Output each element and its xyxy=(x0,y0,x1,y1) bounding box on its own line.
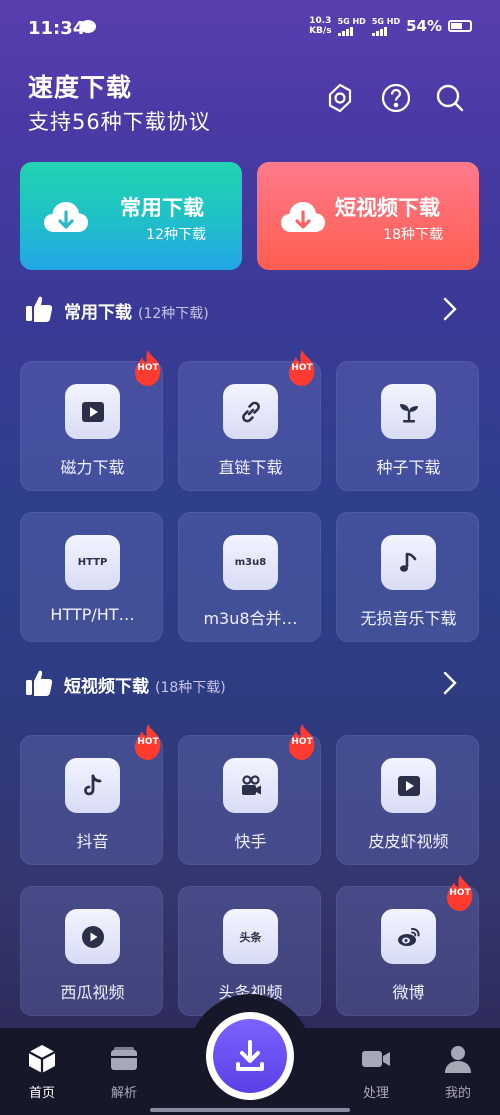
nav-process[interactable]: 处理 xyxy=(346,1042,406,1101)
section-count: (12种下载) xyxy=(138,306,209,322)
tile-magnet-download[interactable]: HOT 磁力下载 xyxy=(20,350,163,491)
common-download-banner[interactable]: 常用下载 12种下载 xyxy=(20,162,242,270)
nav-label: 解析 xyxy=(110,1086,137,1101)
tile-torrent-download[interactable]: 种子下载 xyxy=(336,361,479,491)
hot-badge: HOT xyxy=(130,722,166,762)
weibo-icon xyxy=(381,909,436,964)
link-icon xyxy=(223,384,278,439)
douyin-icon xyxy=(65,758,120,813)
home-indicator xyxy=(150,1108,350,1112)
nav-mine[interactable]: 我的 xyxy=(428,1042,488,1101)
wechat-notification-icon xyxy=(80,20,96,33)
http-icon: HTTP xyxy=(65,535,120,590)
tile-label: 西瓜视频 xyxy=(60,983,125,1002)
nav-label: 我的 xyxy=(444,1086,471,1101)
play-icon xyxy=(381,758,436,813)
tile-label: HTTP/HT… xyxy=(50,605,135,624)
section-title: 常用下载 (12种下载) xyxy=(64,303,209,323)
app-subtitle: 支持56种下载协议 xyxy=(28,110,211,134)
toutiao-icon: 头条 xyxy=(223,909,278,964)
m3u8-icon: m3u8 xyxy=(223,535,278,590)
tile-kuaishou[interactable]: HOT 快手 xyxy=(178,724,321,865)
tile-pipixia[interactable]: 皮皮虾视频 xyxy=(336,735,479,865)
section-title: 短视频下载 (18种下载) xyxy=(64,677,226,697)
app-title: 速度下载 xyxy=(28,73,133,102)
tile-weibo[interactable]: HOT 微博 xyxy=(336,875,479,1016)
sim1-signal-icon: 5G HD xyxy=(337,17,366,36)
hot-badge: HOT xyxy=(284,722,320,762)
battery-icon xyxy=(448,20,472,32)
battery-percent: 54% xyxy=(406,17,442,35)
status-bar: 11:34 10.3 KB/s 5G HD 5G HD 54% xyxy=(0,0,500,56)
download-fab-button[interactable] xyxy=(206,1012,294,1100)
help-icon[interactable] xyxy=(380,82,412,114)
sim2-signal-icon: 5G HD xyxy=(371,17,400,36)
tile-douyin[interactable]: HOT 抖音 xyxy=(20,724,163,865)
hot-badge: HOT xyxy=(284,348,320,388)
tile-lossless-music[interactable]: 无损音乐下载 xyxy=(336,512,479,642)
download-icon xyxy=(236,1040,264,1071)
user-icon xyxy=(445,1046,471,1073)
chevron-right-icon[interactable] xyxy=(440,670,460,696)
nav-label: 处理 xyxy=(362,1086,389,1101)
network-speed: 10.3 KB/s xyxy=(309,16,332,36)
banner-title: 常用下载 xyxy=(120,196,204,220)
short-video-download-banner[interactable]: 短视频下载 18种下载 xyxy=(257,162,479,270)
tile-label: 快手 xyxy=(234,832,267,851)
xigua-icon xyxy=(65,909,120,964)
thumbs-up-icon xyxy=(26,296,53,322)
tile-label: 微博 xyxy=(392,983,425,1002)
kuaishou-icon xyxy=(223,758,278,813)
nav-home[interactable]: 首页 xyxy=(12,1042,72,1101)
tile-label: 种子下载 xyxy=(376,458,441,477)
cloud-download-icon xyxy=(281,202,325,232)
section-header-short-video[interactable]: 短视频下载 (18种下载) xyxy=(0,664,500,704)
search-icon[interactable] xyxy=(434,82,466,114)
status-time: 11:34 xyxy=(28,18,86,39)
tile-m3u8-merge[interactable]: m3u8 m3u8合并… xyxy=(178,512,321,642)
hot-badge: HOT xyxy=(130,348,166,388)
tile-label: 皮皮虾视频 xyxy=(368,832,449,851)
music-note-icon xyxy=(381,535,436,590)
nav-parse[interactable]: 解析 xyxy=(94,1042,154,1101)
thumbs-up-icon xyxy=(26,670,53,696)
tile-label: 磁力下载 xyxy=(60,458,125,477)
tile-label: m3u8合并… xyxy=(203,609,298,628)
sprout-icon xyxy=(381,384,436,439)
folder-icon xyxy=(111,1047,137,1070)
video-camera-icon xyxy=(362,1051,390,1067)
chevron-right-icon[interactable] xyxy=(440,296,460,322)
section-count: (18种下载) xyxy=(155,680,226,696)
section-header-common[interactable]: 常用下载 (12种下载) xyxy=(0,290,500,330)
nav-label: 首页 xyxy=(28,1086,55,1101)
tile-direct-link-download[interactable]: HOT 直链下载 xyxy=(178,350,321,491)
banner-subtitle: 18种下载 xyxy=(383,227,443,243)
home-cube-icon xyxy=(28,1045,56,1073)
hot-badge: HOT xyxy=(442,873,478,913)
settings-icon[interactable] xyxy=(324,82,356,114)
play-icon xyxy=(65,384,120,439)
cloud-download-icon xyxy=(44,202,88,232)
tile-xigua[interactable]: 西瓜视频 xyxy=(20,886,163,1016)
tile-http-download[interactable]: HTTP HTTP/HT… xyxy=(20,512,163,642)
app-header: 速度下载 支持56种下载协议 xyxy=(0,60,500,140)
banner-title: 短视频下载 xyxy=(335,196,440,220)
tile-label: 无损音乐下载 xyxy=(360,609,457,628)
tile-label: 直链下载 xyxy=(218,458,283,477)
tile-label: 抖音 xyxy=(76,832,109,851)
banner-subtitle: 12种下载 xyxy=(146,227,206,243)
